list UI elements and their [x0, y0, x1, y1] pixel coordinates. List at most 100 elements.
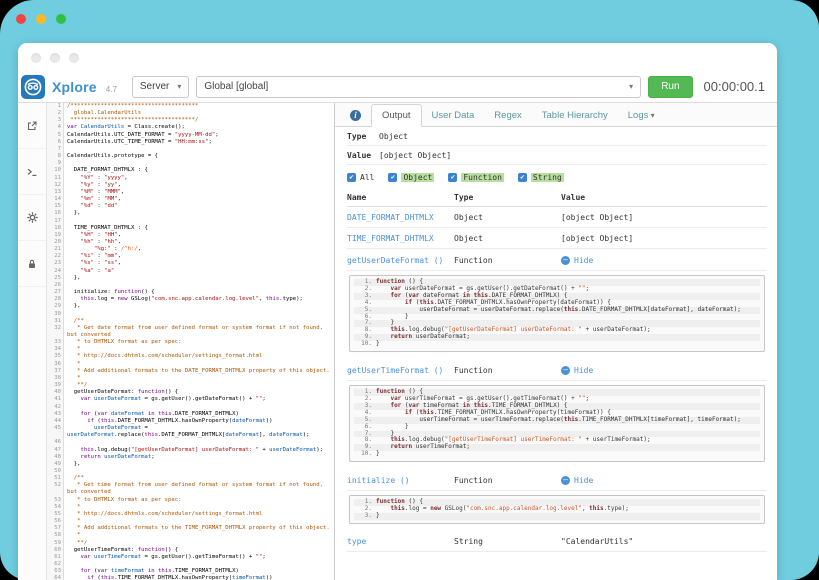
code-line[interactable]: 35 * http://docs.dhtmlx.com/scheduler/se… — [47, 353, 334, 360]
code-line[interactable]: 15 "%d" : "dd" — [47, 203, 334, 210]
code-line[interactable]: 32 * Get date format from user defined f… — [47, 325, 334, 339]
code-line[interactable]: 31 /** — [47, 318, 334, 325]
code-line[interactable]: 39 **/ — [47, 382, 334, 389]
code-line[interactable]: 28 this.log = new GSLog("com.snc.app.cal… — [47, 296, 334, 303]
console-button[interactable] — [18, 149, 46, 195]
code-line[interactable]: 13 "%M" : "MMM", — [47, 189, 334, 196]
hide-link[interactable]: –Hide — [561, 476, 593, 485]
code-line[interactable]: 7 — [47, 146, 334, 153]
code-line[interactable]: 10 DATE_FORMAT_DHTMLX : { — [47, 167, 334, 174]
code-line[interactable]: 38 * — [47, 375, 334, 382]
code-line[interactable]: 47 this.log.debug("[getUserDateFormat] u… — [47, 447, 334, 454]
code-line[interactable]: 11 "%Y" : "yyyy", — [47, 175, 334, 182]
filter-function[interactable]: ✔Function — [448, 173, 504, 182]
tab-info[interactable]: i — [340, 105, 371, 126]
code-line[interactable]: 22 "%i" : "mm", — [47, 253, 334, 260]
tab-output[interactable]: Output — [371, 104, 422, 127]
code-line[interactable]: 20 "%h" : "hh", — [47, 239, 334, 246]
code-line[interactable]: 9 — [47, 160, 334, 167]
code-line[interactable]: 61 var userTimeFormat = gs.getUser().get… — [47, 554, 334, 561]
code-line[interactable]: 41 var userDateFormat = gs.getUser().get… — [47, 396, 334, 403]
code-line[interactable]: 60 getUserTimeFormat: function() { — [47, 547, 334, 554]
code-line[interactable]: 24 "%a" : "a" — [47, 268, 334, 275]
lock-button[interactable] — [18, 241, 46, 287]
filter-string[interactable]: ✔String — [518, 173, 564, 182]
maximize-window-button[interactable] — [56, 14, 66, 24]
code-line[interactable]: 26 — [47, 282, 334, 289]
settings-button[interactable] — [18, 195, 46, 241]
property-link[interactable]: getUserTimeFormat () — [347, 366, 454, 375]
code-line[interactable]: 44 if (this.DATE_FORMAT_DHTMLX.hasOwnPro… — [47, 418, 334, 425]
tab-regex[interactable]: Regex — [484, 105, 531, 126]
code-line[interactable]: 3 *************************************/ — [47, 117, 334, 124]
code-line[interactable]: 23 "%s" : "ss", — [47, 260, 334, 267]
scope-combobox[interactable]: Global [global] ▾ — [196, 76, 641, 98]
code-line[interactable]: 2 global.CalendarUtils — [47, 110, 334, 117]
code-line[interactable]: 45 userDateFormat = userDateFormat.repla… — [47, 425, 334, 439]
code-line[interactable]: 48 return userDateFormat; — [47, 454, 334, 461]
code-line[interactable]: 33 * to DHTMLX format as per spec: — [47, 339, 334, 346]
hide-link[interactable]: –Hide — [561, 256, 593, 265]
tab-logs[interactable]: Logs ▾ — [618, 105, 665, 126]
code-line[interactable]: 1/************************************** — [47, 103, 334, 110]
code-line[interactable]: 43 for (var dateFormat in this.DATE_FORM… — [47, 411, 334, 418]
code-line[interactable]: 62 — [47, 561, 334, 568]
hide-link[interactable]: –Hide — [561, 366, 593, 375]
code-line[interactable]: 5CalendarUtils.UTC_DATE_FORMAT = "yyyy-M… — [47, 132, 334, 139]
tab-user-data[interactable]: User Data — [422, 105, 485, 126]
code-line[interactable]: 46 — [47, 439, 334, 446]
code-line[interactable]: 40 getUserDateFormat: function() { — [47, 389, 334, 396]
code-line[interactable]: 12 "%y" : "yy", — [47, 182, 334, 189]
close-window-button[interactable] — [16, 14, 26, 24]
code-line[interactable]: 25 }, — [47, 275, 334, 282]
checkbox-checked-icon[interactable]: ✔ — [518, 173, 527, 182]
checkbox-checked-icon[interactable]: ✔ — [347, 173, 356, 182]
code-line[interactable]: 59 **/ — [47, 540, 334, 547]
property-link[interactable]: getUserDateFormat () — [347, 256, 454, 265]
code-line[interactable]: 55 * http://docs.dhtmlx.com/scheduler/se… — [47, 511, 334, 518]
code-line[interactable]: 27 initialize: function() { — [47, 289, 334, 296]
open-in-new-window-button[interactable] — [18, 103, 46, 149]
code-line[interactable]: 57 * Add additional formats to the TIME_… — [47, 525, 334, 532]
line-number: 38 — [47, 375, 64, 382]
property-link[interactable]: initialize () — [347, 476, 454, 485]
run-button[interactable]: Run — [648, 76, 692, 98]
code-line[interactable]: 52 * Get time format from user defined f… — [47, 482, 334, 496]
checkbox-checked-icon[interactable]: ✔ — [448, 173, 457, 182]
code-line[interactable]: 14 "%m" : "MM", — [47, 196, 334, 203]
property-link[interactable]: DATE_FORMAT_DHTMLX — [347, 213, 454, 222]
server-select[interactable]: Server ▾ — [132, 76, 189, 98]
filter-object[interactable]: ✔Object — [388, 173, 434, 182]
code-line[interactable]: 4var CalendarUtils = Class.create(); — [47, 124, 334, 131]
code-line[interactable]: 53 * to DHTMLX format as per spec: — [47, 497, 334, 504]
code-line[interactable]: 29 }, — [47, 303, 334, 310]
code-line[interactable]: 51 /** — [47, 475, 334, 482]
code-line[interactable]: 49 }, — [47, 461, 334, 468]
property-link[interactable]: type — [347, 537, 454, 546]
code-line[interactable]: 37 * Add additional formats to the DATE_… — [47, 368, 334, 375]
code-line[interactable]: 64 if (this.TIME_FORMAT_DHTMLX.hasOwnPro… — [47, 575, 334, 580]
code-line[interactable]: 21 "%g:" : /^h:/, — [47, 246, 334, 253]
code-line[interactable]: 17 — [47, 218, 334, 225]
info-icon: i — [350, 110, 361, 121]
filter-all[interactable]: ✔All — [347, 173, 374, 182]
property-link[interactable]: TIME_FORMAT_DHTMLX — [347, 234, 454, 243]
code-line[interactable]: 56 * — [47, 518, 334, 525]
code-line[interactable]: 30 — [47, 311, 334, 318]
tab-table-hierarchy[interactable]: Table Hierarchy — [532, 105, 618, 126]
code-line[interactable]: 18 TIME_FORMAT_DHTMLX : { — [47, 225, 334, 232]
code-line[interactable]: 36 * — [47, 361, 334, 368]
code-line[interactable]: 8CalendarUtils.prototype = { — [47, 153, 334, 160]
code-line[interactable]: 42 — [47, 404, 334, 411]
code-line[interactable]: 16 }, — [47, 210, 334, 217]
code-line[interactable]: 54 * — [47, 504, 334, 511]
code-line[interactable]: 63 for (var timeFormat in this.TIME_FORM… — [47, 568, 334, 575]
code-line[interactable]: 6CalendarUtils.UTC_TIME_FORMAT = "HH:mm:… — [47, 139, 334, 146]
checkbox-checked-icon[interactable]: ✔ — [388, 173, 397, 182]
code-line[interactable]: 19 "%H" : "HH", — [47, 232, 334, 239]
code-line[interactable]: 34 * — [47, 346, 334, 353]
code-editor[interactable]: 1/**************************************… — [47, 103, 334, 580]
code-line[interactable]: 50 — [47, 468, 334, 475]
code-line[interactable]: 58 * — [47, 532, 334, 539]
minimize-window-button[interactable] — [36, 14, 46, 24]
